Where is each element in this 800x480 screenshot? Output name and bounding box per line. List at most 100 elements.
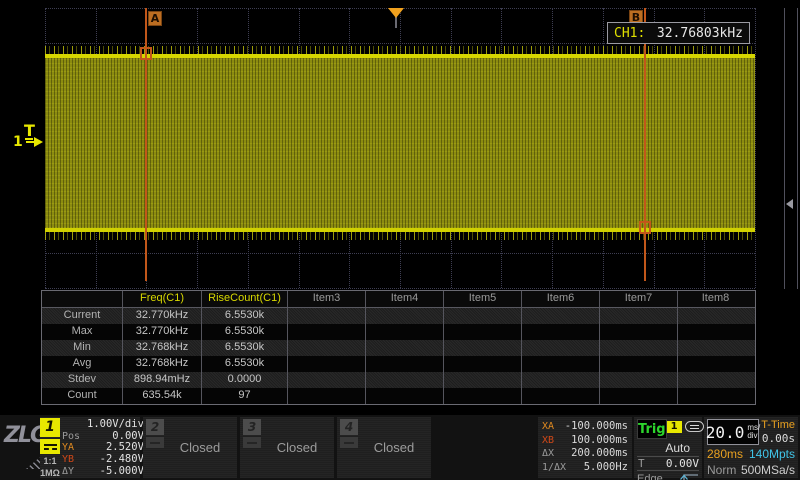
right-track-arrow-icon[interactable] — [786, 199, 793, 209]
measurement-value-cell — [521, 340, 599, 356]
measurement-value-cell — [443, 388, 521, 404]
measurement-row-label: Current — [42, 308, 122, 324]
measurement-row-label: Max — [42, 324, 122, 340]
measurement-column-header[interactable]: Item8 — [677, 291, 753, 307]
channel2-panel[interactable]: 2 Closed — [143, 417, 237, 478]
measurement-value-cell — [287, 340, 365, 356]
measurement-value-cell — [521, 356, 599, 372]
trigger-position-stem — [395, 17, 397, 28]
ch1-impedance: 1MΩ — [40, 468, 60, 478]
t-time-block: T-Time 0.00s — [759, 419, 795, 446]
ch4-status: Closed — [359, 440, 429, 455]
measurement-value-cell: 97 — [201, 388, 287, 404]
trigger-level-value: 0.00V — [645, 457, 699, 470]
measurement-value-cell: 0.0000 — [201, 372, 287, 388]
channel4-panel[interactable]: 4 Closed — [337, 417, 431, 478]
xa-value: -100.000ms — [565, 420, 628, 434]
measurement-column-header[interactable]: Item7 — [599, 291, 677, 307]
timebase-scale: 20.0 — [706, 423, 745, 442]
graticule-hline — [45, 253, 755, 254]
rising-edge-icon — [673, 473, 699, 480]
cursor-b-line[interactable] — [644, 8, 646, 281]
ch3-badge-column: 3 — [242, 419, 262, 476]
measurement-value-cell — [677, 308, 753, 324]
graticule-vline — [755, 8, 756, 288]
ch1-badge-column: 1 1:1 1MΩ — [40, 417, 60, 478]
trigger-panel[interactable]: Trig 1 Auto T 0.00V Edge — [634, 417, 702, 478]
measurement-column-header[interactable]: Item3 — [287, 291, 365, 307]
measurement-value-cell — [599, 388, 677, 404]
xb-label: XB — [542, 434, 568, 448]
ch1-ground-marker[interactable]: 1 — [13, 134, 43, 150]
ch1-info-column: 1.00V/div Pos 0.00V YA 2.520V YB -2.480V… — [60, 417, 147, 478]
measurement-value-cell — [677, 340, 753, 356]
measurement-value-cell: 32.768kHz — [122, 340, 201, 356]
ch1-scale: 1.00V/div — [87, 419, 144, 431]
measurement-column-header[interactable]: RiseCount(C1) — [201, 291, 287, 307]
ch1-yb-value: -2.480V — [87, 454, 144, 466]
readout-frequency-value: 32.76803kHz — [657, 26, 743, 41]
trigger-level-label: T — [637, 457, 645, 470]
measurement-value-cell: 32.768kHz — [122, 356, 201, 372]
sample-rate: 500MSa/s — [741, 463, 795, 477]
cursor-a-waveform-marker — [140, 47, 152, 60]
ch1-yb-label: YB — [60, 454, 87, 466]
t-time-label: T-Time — [759, 419, 795, 432]
measurement-row: Avg32.768kHz6.5530k — [42, 356, 755, 372]
trigger-position-marker-icon[interactable] — [388, 8, 404, 18]
measurement-value-cell: 6.5530k — [201, 324, 287, 340]
ch3-status: Closed — [262, 440, 332, 455]
xb-value: 100.000ms — [568, 434, 628, 448]
ch1-dy-label: ΔY — [60, 466, 87, 478]
right-scroll-track — [784, 8, 798, 289]
measurement-value-cell — [365, 340, 443, 356]
ch1-marker-arrowhead-icon — [34, 137, 43, 147]
readout-channel-label: CH1: — [614, 26, 645, 41]
ch1-pos-label: Pos — [60, 431, 87, 443]
cursor-a-handle[interactable]: A — [148, 11, 162, 26]
measurement-corner-cell — [42, 291, 122, 307]
measurement-column-header[interactable]: Item6 — [521, 291, 599, 307]
ch4-coupling-badge — [340, 437, 358, 448]
ch4-number-badge: 4 — [340, 419, 358, 435]
ch1-number-badge: 1 — [40, 418, 60, 437]
measurement-value-cell — [287, 372, 365, 388]
inv-dx-label: 1/ΔX — [542, 461, 568, 475]
status-bar: ZLG® 1 1:1 1MΩ 1.00V/div Pos 0.00V YA — [0, 415, 800, 480]
measurement-value-cell: 635.54k — [122, 388, 201, 404]
measurement-row-label: Count — [42, 388, 122, 404]
measurement-column-header[interactable]: Freq(C1) — [122, 291, 201, 307]
measurement-value-cell — [287, 388, 365, 404]
ch1-waveform-trace — [45, 54, 755, 232]
measurement-value-cell — [521, 324, 599, 340]
measurement-table-body: Current32.770kHz6.5530kMax32.770kHz6.553… — [42, 308, 755, 404]
measurement-value-cell — [365, 324, 443, 340]
cursor-readout-panel[interactable]: XA -100.000ms XB 100.000ms ΔX 200.000ms … — [538, 417, 632, 478]
ch1-marker-arrow-tail — [26, 141, 34, 143]
measurement-row-label: Min — [42, 340, 122, 356]
measurement-value-cell — [365, 388, 443, 404]
measurement-column-header[interactable]: Item4 — [365, 291, 443, 307]
ch2-status: Closed — [165, 440, 235, 455]
channel3-panel[interactable]: 3 Closed — [240, 417, 334, 478]
channel1-panel[interactable]: 1 1:1 1MΩ 1.00V/div Pos 0.00V YA 2.520V … — [40, 417, 140, 478]
measurement-value-cell — [677, 324, 753, 340]
ch2-number-badge: 2 — [146, 419, 164, 435]
measurement-value-cell — [365, 356, 443, 372]
measurement-row: Min32.768kHz6.5530k — [42, 340, 755, 356]
trigger-status: Trig — [637, 419, 667, 439]
trigger-coupling-icon — [685, 421, 704, 432]
trigger-source-badges: 1 — [667, 419, 704, 441]
measurement-value-cell — [677, 388, 753, 404]
measurement-value-cell — [599, 340, 677, 356]
measurement-column-header[interactable]: Item5 — [443, 291, 521, 307]
ch1-dc-coupling-icon — [40, 439, 60, 454]
measurement-value-cell: 6.5530k — [201, 340, 287, 356]
measurement-value-cell — [287, 324, 365, 340]
ch3-number-badge: 3 — [243, 419, 261, 435]
measurement-value-cell — [443, 324, 521, 340]
acquire-mode: Norm — [707, 463, 736, 477]
timebase-panel[interactable]: 20.0 ms/ div T-Time 0.00s 280ms 140Mpts … — [704, 417, 798, 478]
measurement-row: Stdev898.94mHz0.0000 — [42, 372, 755, 388]
ch1-ya-label: YA — [60, 442, 87, 454]
